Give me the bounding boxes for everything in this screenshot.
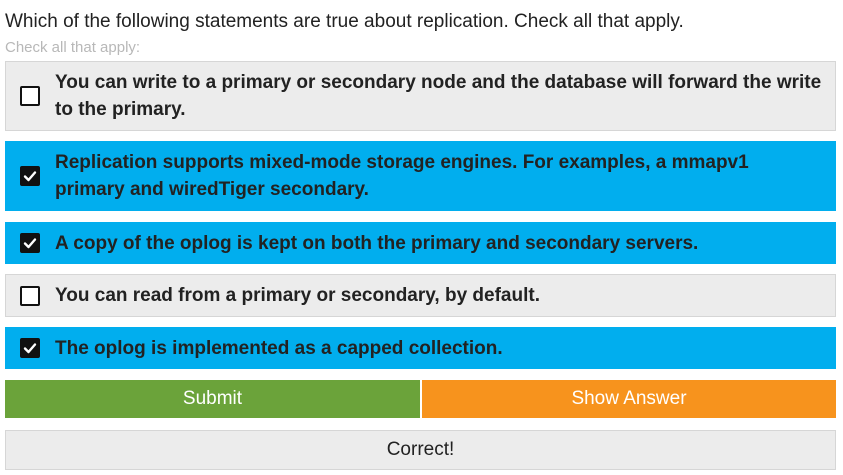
checkmark-icon[interactable]: [20, 233, 40, 253]
question-hint: Check all that apply:: [5, 39, 141, 56]
answer-option[interactable]: A copy of the oplog is kept on both the …: [5, 222, 836, 264]
empty-checkbox-icon[interactable]: [20, 285, 40, 306]
answer-option-label: You can write to a primary or secondary …: [55, 72, 822, 120]
submit-button[interactable]: Submit: [5, 380, 420, 418]
quiz-page: Which of the following statements are tr…: [0, 0, 843, 475]
empty-checkbox-icon[interactable]: [20, 86, 40, 106]
answer-option[interactable]: The oplog is implemented as a capped col…: [5, 327, 836, 369]
answer-option-label: The oplog is implemented as a capped col…: [55, 337, 503, 359]
checkmark-icon[interactable]: [20, 166, 40, 186]
show-answer-button[interactable]: Show Answer: [422, 380, 836, 418]
result-message: Correct!: [5, 430, 836, 470]
checkmark-icon[interactable]: [20, 338, 40, 358]
question-text: Which of the following statements are tr…: [5, 11, 684, 32]
answer-option-label: You can read from a primary or secondary…: [55, 285, 540, 306]
answer-option-label: A copy of the oplog is kept on both the …: [55, 232, 699, 254]
answer-option[interactable]: You can write to a primary or secondary …: [5, 61, 836, 131]
answer-option-label: Replication supports mixed-mode storage …: [55, 152, 749, 200]
answer-option[interactable]: Replication supports mixed-mode storage …: [5, 141, 836, 211]
answer-option[interactable]: You can read from a primary or secondary…: [5, 274, 836, 317]
